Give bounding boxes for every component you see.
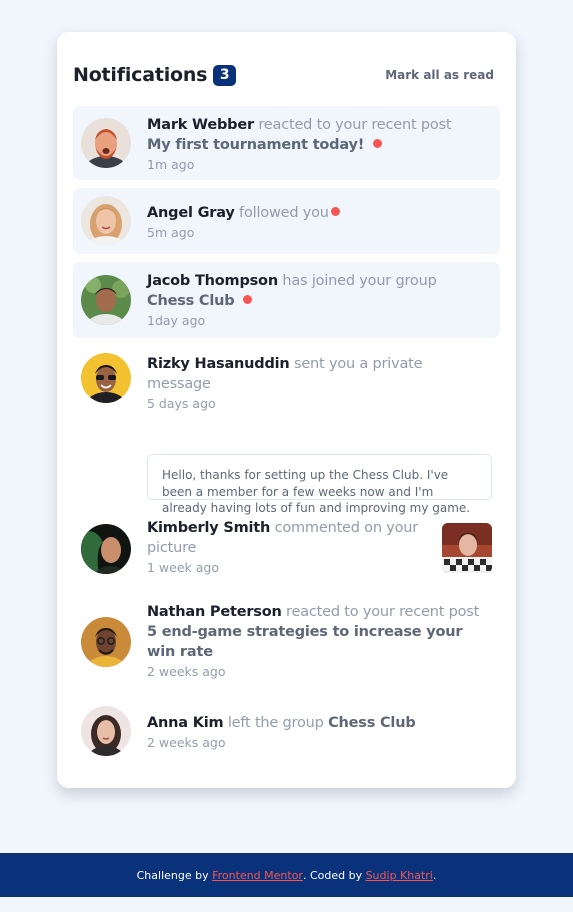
action-text: left the group (227, 715, 324, 731)
action-text: followed you (239, 205, 329, 221)
notification-item[interactable]: Kimberly Smith commented on your picture… (73, 510, 500, 586)
post-link[interactable]: 5 end-game strategies to increase your w… (147, 624, 463, 660)
user-name[interactable]: Angel Gray (147, 205, 235, 221)
footer-suffix: . (432, 868, 437, 882)
group-link[interactable]: Chess Club (147, 293, 235, 309)
notification-body: Jacob Thompson has joined your group Che… (147, 271, 490, 330)
action-text: reacted to your recent post (286, 604, 480, 620)
timestamp: 1day ago (147, 313, 206, 328)
timestamp: 1m ago (147, 157, 195, 172)
timestamp: 5 days ago (147, 396, 216, 411)
footer-prefix: Challenge by (136, 868, 209, 882)
mark-all-as-read-button[interactable]: Mark all as read (385, 68, 494, 82)
commented-picture[interactable] (442, 523, 492, 573)
avatar-nathan-peterson-icon (81, 617, 131, 667)
notification-body: Anna Kim left the group Chess Club 2 wee… (147, 713, 490, 752)
chess-picture-icon (442, 523, 492, 573)
notification-item[interactable]: Angel Gray followed you 5m ago (73, 188, 500, 254)
notification-body: Mark Webber reacted to your recent post … (147, 115, 490, 174)
user-name[interactable]: Mark Webber (147, 117, 254, 133)
notification-body: Kimberly Smith commented on your picture… (147, 518, 428, 577)
avatar-kimberly-smith-icon (81, 524, 131, 574)
unread-dot (242, 295, 252, 304)
page-title: Notifications (73, 64, 208, 86)
group-link[interactable]: Chess Club (328, 715, 416, 731)
notification-item[interactable]: Jacob Thompson has joined your group Che… (73, 262, 500, 338)
avatar (81, 196, 131, 246)
avatar (81, 524, 131, 574)
avatar (81, 275, 131, 325)
notification-body: Rizky Hasanuddin sent you a private mess… (147, 354, 490, 413)
header-title-group: Notifications 3 (73, 64, 237, 86)
notification-item[interactable]: Nathan Peterson reacted to your recent p… (73, 594, 500, 690)
frontend-mentor-link[interactable]: Frontend Mentor (212, 869, 303, 882)
action-text: has joined your group (282, 273, 437, 289)
notification-text: Angel Gray followed you (147, 203, 490, 223)
notification-text: Anna Kim left the group Chess Club (147, 713, 490, 733)
private-message-preview[interactable]: Hello, thanks for setting up the Chess C… (147, 454, 492, 515)
notification-text: Rizky Hasanuddin sent you a private mess… (147, 354, 490, 394)
notification-text: Jacob Thompson has joined your group Che… (147, 271, 490, 311)
user-name[interactable]: Jacob Thompson (147, 273, 278, 289)
timestamp: 5m ago (147, 225, 195, 240)
unread-count-badge: 3 (213, 64, 237, 86)
attribution-footer: Challenge by Frontend Mentor. Coded by S… (0, 853, 573, 897)
author-link[interactable]: Sudip Khatri (366, 869, 433, 882)
notification-item[interactable]: Rizky Hasanuddin sent you a private mess… (73, 346, 500, 515)
notifications-card: Notifications 3 Mark all as read Mark We… (57, 32, 516, 788)
timestamp: 2 weeks ago (147, 664, 226, 679)
avatar-anna-kim-icon (81, 706, 131, 756)
notification-item[interactable]: Mark Webber reacted to your recent post … (73, 106, 500, 180)
notification-item[interactable]: Anna Kim left the group Chess Club 2 wee… (73, 698, 500, 764)
notification-body: Angel Gray followed you 5m ago (147, 203, 490, 242)
user-name[interactable]: Rizky Hasanuddin (147, 356, 290, 372)
page: Notifications 3 Mark all as read Mark We… (0, 0, 573, 912)
action-text: reacted to your recent post (258, 117, 452, 133)
user-name[interactable]: Kimberly Smith (147, 520, 270, 536)
avatar (81, 118, 131, 168)
avatar-rizky-hasanuddin-icon (81, 353, 131, 403)
user-name[interactable]: Nathan Peterson (147, 604, 282, 620)
notification-text: Nathan Peterson reacted to your recent p… (147, 602, 490, 662)
timestamp: 2 weeks ago (147, 735, 226, 750)
unread-dot (330, 207, 340, 216)
avatar-angel-gray-icon (81, 196, 131, 246)
post-link[interactable]: My first tournament today! (147, 137, 364, 153)
card-header: Notifications 3 Mark all as read (73, 62, 494, 88)
notification-body: Nathan Peterson reacted to your recent p… (147, 602, 490, 681)
user-name[interactable]: Anna Kim (147, 715, 224, 731)
notification-text: Kimberly Smith commented on your picture (147, 518, 428, 558)
avatar (81, 706, 131, 756)
avatar-mark-webber-icon (81, 118, 131, 168)
avatar (81, 353, 131, 403)
avatar-jacob-thompson-icon (81, 275, 131, 325)
avatar (81, 617, 131, 667)
timestamp: 1 week ago (147, 560, 219, 575)
unread-dot (372, 139, 382, 148)
notification-text: Mark Webber reacted to your recent post … (147, 115, 490, 155)
footer-middle: . Coded by (302, 868, 363, 882)
